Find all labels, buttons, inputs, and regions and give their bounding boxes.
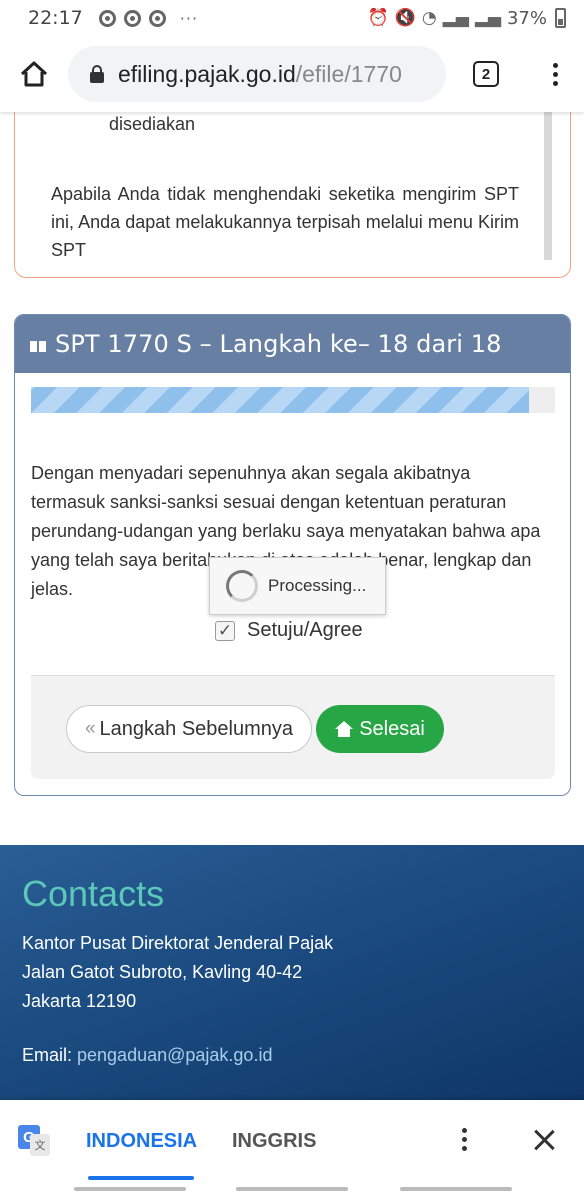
home-icon: [335, 721, 354, 737]
address-line: Kantor Pusat Direktorat Jenderal Pajak: [22, 933, 334, 953]
processing-popup: Processing...: [209, 557, 386, 615]
lock-icon: [90, 65, 104, 83]
notice-scrollbar[interactable]: [544, 110, 552, 260]
tab-count: 2: [473, 61, 499, 87]
contacts-section: Contacts Kantor Pusat Direktorat Jendera…: [0, 845, 584, 1105]
translate-bar: G文 INDONESIA INGGRIS: [0, 1100, 584, 1182]
nav-segment: [74, 1187, 186, 1191]
browser-toolbar: efiling.pajak.go.id/efile/1770 2: [0, 36, 584, 112]
chevrons-left-icon: «: [84, 718, 96, 739]
step-progress-fill: [31, 387, 529, 413]
spinner-icon: [226, 570, 258, 602]
status-bar: 22:17 ··· ⏰ 🔇 ◔ ▂▄ ▂▄ 37%: [0, 0, 584, 36]
menu-dot: [462, 1128, 467, 1133]
nav-segment: [236, 1187, 348, 1191]
system-icons: ⏰ 🔇 ◔ ▂▄ ▂▄ 37%: [367, 8, 566, 29]
battery-percent: 37%: [506, 7, 547, 29]
notice-line: disediakan: [109, 114, 196, 134]
signal-icon: ▂▄: [442, 8, 469, 28]
menu-dot: [552, 62, 558, 68]
address-line: Jalan Gatot Subroto, Kavling 40-42: [22, 962, 303, 982]
finish-label: Selesai: [359, 717, 425, 740]
menu-dot: [552, 80, 558, 86]
translate-tab-inggris[interactable]: INGGRIS: [232, 1100, 316, 1182]
agree-option[interactable]: ✓ Setuju/Agree: [215, 619, 363, 642]
spt-step-panel: SPT 1770 S – Langkah ke– 18 dari 18 Deng…: [14, 314, 571, 796]
menu-dot: [552, 71, 558, 77]
finish-button[interactable]: Selesai: [316, 705, 444, 753]
spt-panel-header: SPT 1770 S – Langkah ke– 18 dari 18: [15, 315, 570, 373]
url-path: /efile/1770: [295, 60, 402, 87]
url-host: efiling.pajak.go.id: [118, 60, 296, 87]
chrome-notification-icon: [123, 9, 141, 27]
url-bar[interactable]: efiling.pajak.go.id/efile/1770: [68, 46, 446, 102]
browser-menu-button[interactable]: [526, 36, 584, 112]
agree-label: Setuju/Agree: [247, 619, 363, 641]
spt-panel-footer: « Langkah Sebelumnya Selesai: [31, 675, 555, 779]
system-nav-bar: [0, 1182, 584, 1200]
previous-step-label: Langkah Sebelumnya: [99, 717, 294, 740]
contact-address: Kantor Pusat Direktorat Jenderal Pajak J…: [22, 929, 562, 1016]
nav-segment: [400, 1187, 512, 1191]
notice-paragraph: Apabila Anda tidak menghendaki seketika …: [51, 184, 519, 260]
notification-icons: [98, 9, 166, 27]
status-time: 22:17: [28, 7, 83, 29]
tab-switcher-button[interactable]: 2: [446, 36, 526, 112]
gift-icon: [29, 336, 47, 352]
spt-step-title: SPT 1770 S – Langkah ke– 18 dari 18: [55, 330, 502, 358]
previous-step-button[interactable]: « Langkah Sebelumnya: [66, 705, 312, 753]
translate-menu-button[interactable]: [462, 1128, 467, 1151]
home-button[interactable]: [0, 36, 68, 112]
wifi-icon: ◔: [421, 8, 437, 28]
processing-text: Processing...: [268, 576, 367, 595]
chrome-notification-icon: [148, 9, 166, 27]
address-line: Jakarta 12190: [22, 991, 137, 1011]
email-link[interactable]: pengaduan@pajak.go.id: [77, 1045, 272, 1065]
translate-tab-indonesia[interactable]: INDONESIA: [86, 1100, 197, 1182]
mute-icon: 🔇: [394, 8, 416, 28]
menu-dot: [462, 1137, 467, 1142]
notice-panel: disediakan Apabila Anda tidak menghendak…: [14, 100, 571, 278]
step-progress-bar: [31, 387, 555, 413]
contacts-title: Contacts: [22, 873, 165, 914]
google-translate-icon: G文: [18, 1125, 50, 1157]
menu-dot: [462, 1146, 467, 1151]
agree-checkbox[interactable]: ✓: [215, 620, 235, 641]
close-icon[interactable]: [530, 1126, 558, 1154]
alarm-icon: ⏰: [367, 8, 389, 28]
home-icon: [20, 61, 48, 87]
contact-email: Email: pengaduan@pajak.go.id: [22, 1045, 562, 1066]
more-notifications-icon: ···: [179, 8, 199, 28]
chrome-notification-icon: [98, 9, 116, 27]
email-label: Email:: [22, 1045, 78, 1065]
battery-icon: [555, 8, 566, 28]
signal-icon: ▂▄: [474, 8, 501, 28]
